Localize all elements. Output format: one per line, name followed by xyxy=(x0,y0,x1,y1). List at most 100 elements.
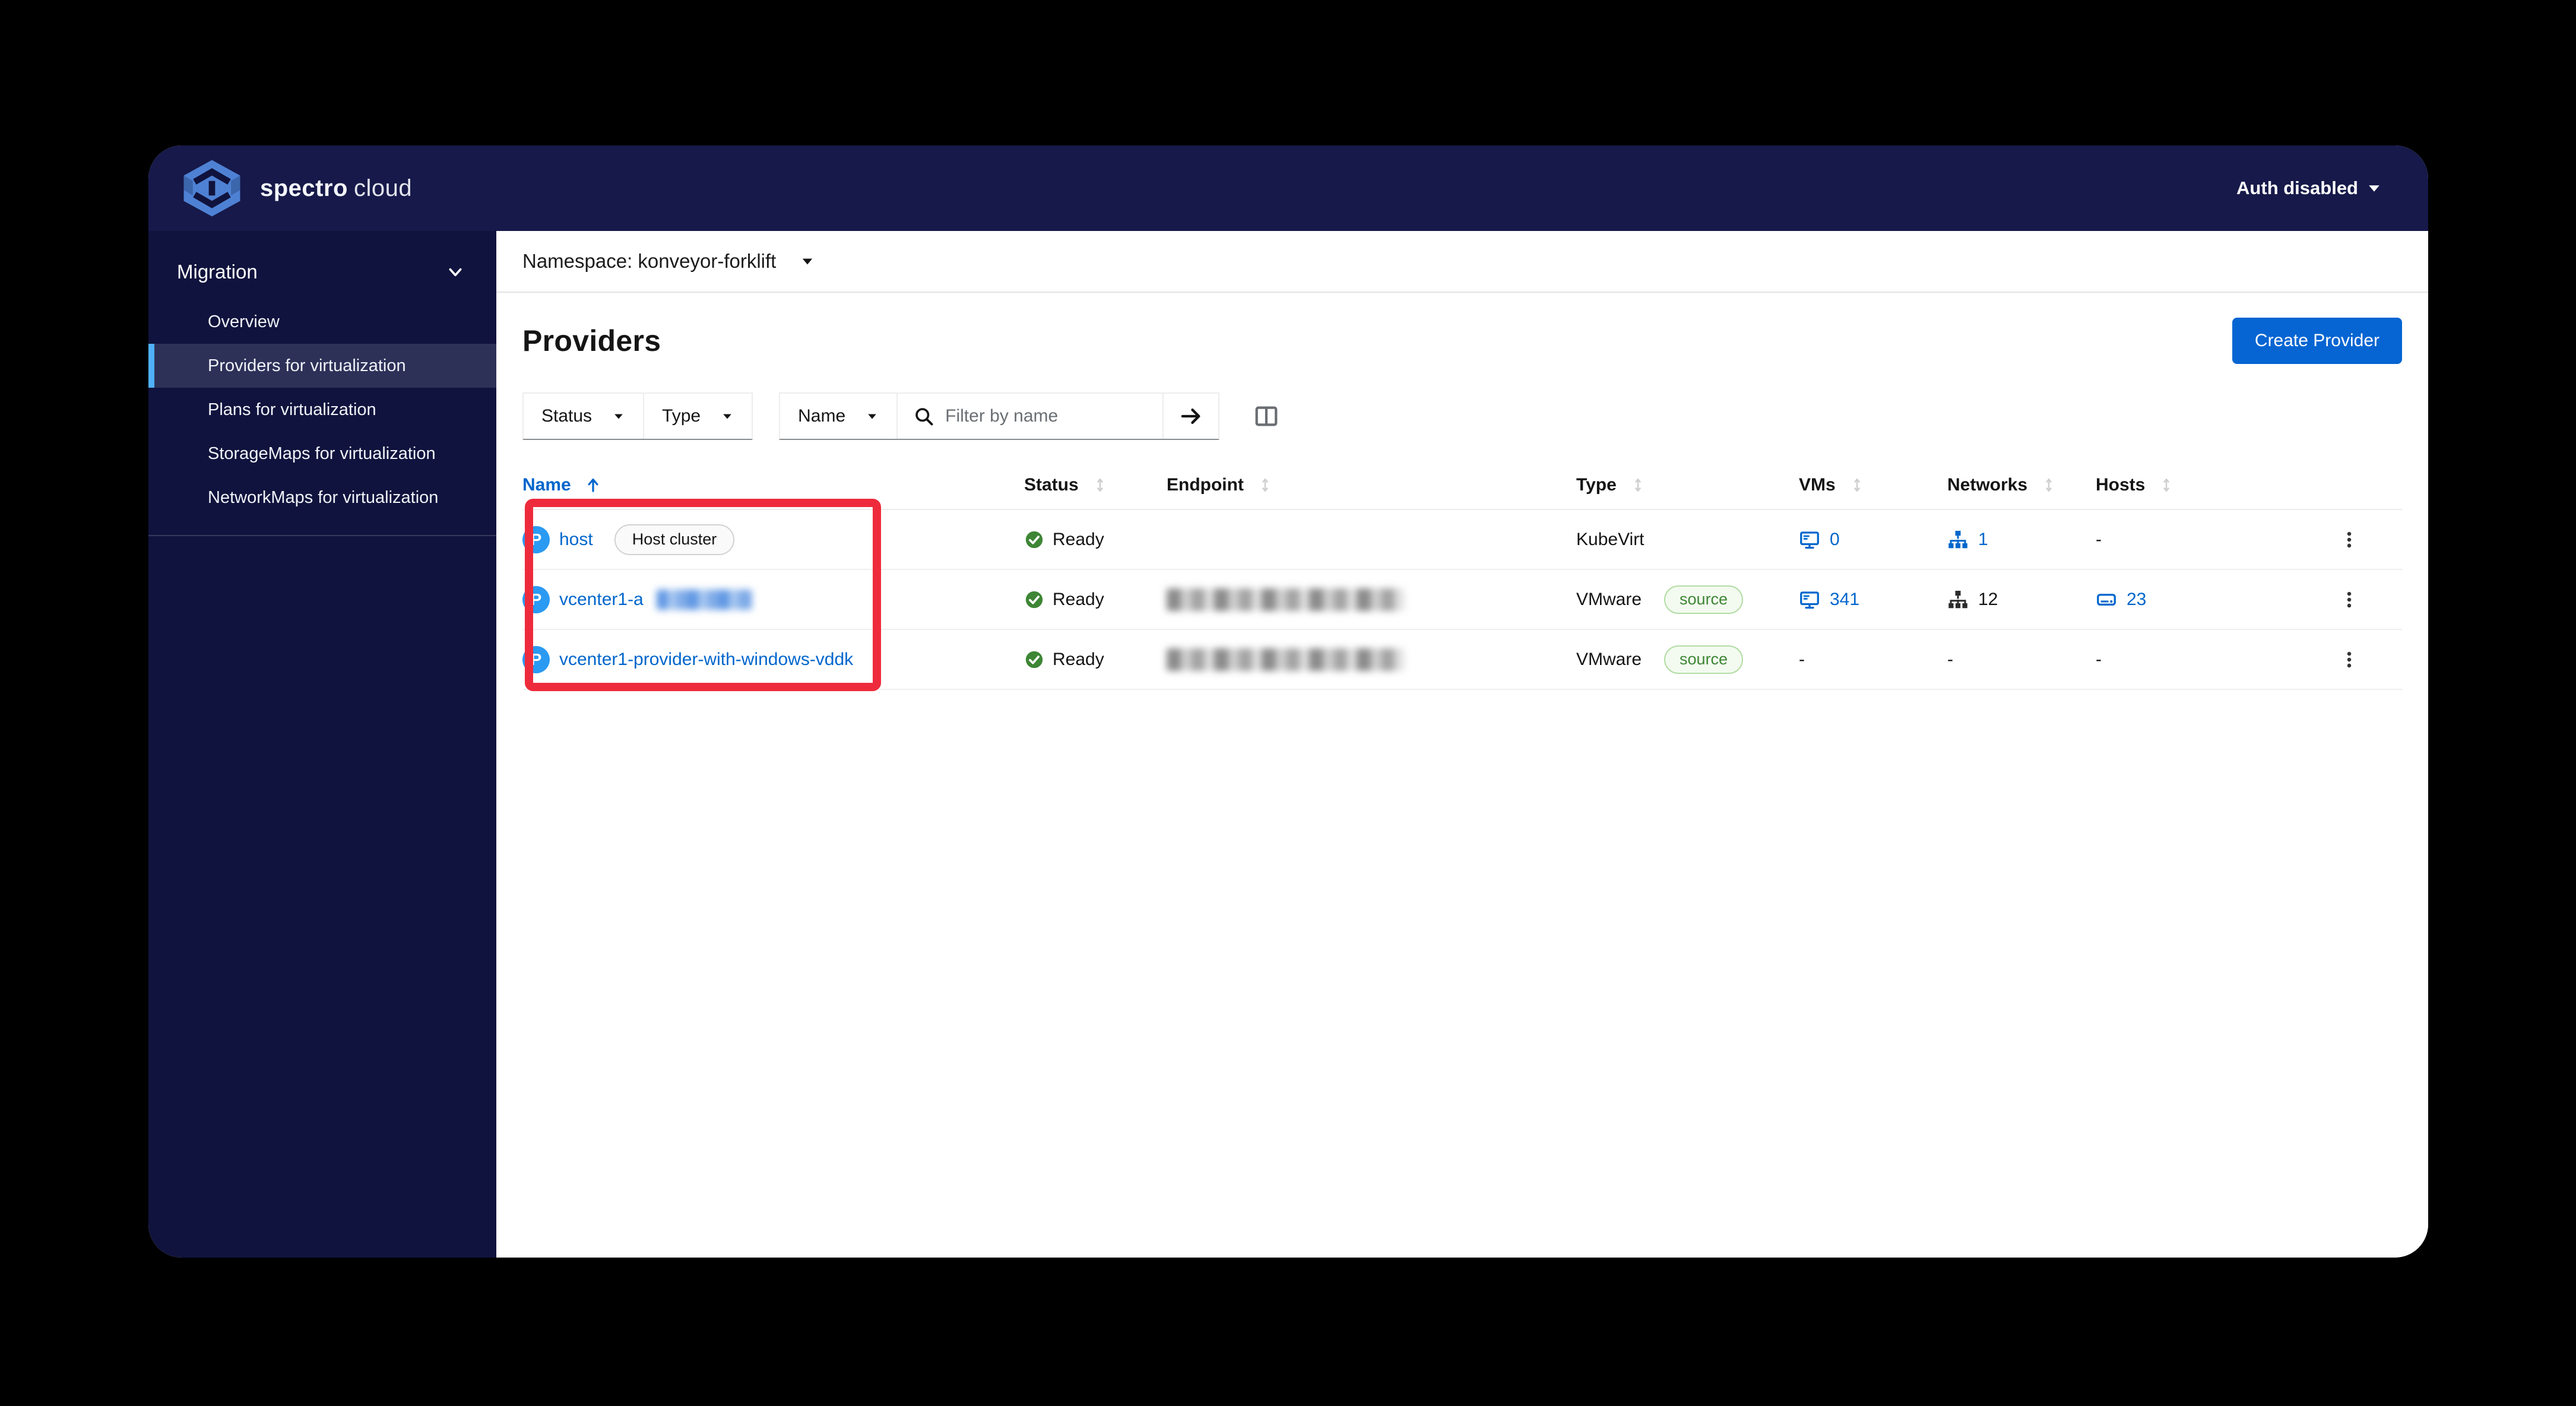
vms-cell: 0 xyxy=(1799,529,1947,550)
filter-by-name-input[interactable] xyxy=(945,406,1148,426)
networks-cell: 12 xyxy=(1947,589,2096,610)
page-header: Providers Create Provider xyxy=(522,318,2402,364)
row-actions-kebab-menu[interactable] xyxy=(2334,585,2364,615)
brand-text: spectro cloud xyxy=(260,175,412,202)
caret-down-icon xyxy=(723,413,731,419)
brand: spectro cloud xyxy=(179,159,412,217)
network-icon xyxy=(1948,590,1967,608)
page-title: Providers xyxy=(522,324,661,357)
column-header-hosts[interactable]: Hosts xyxy=(2096,475,2238,495)
providers-table: Name Status Endpoint Type VMs Networks H… xyxy=(522,461,2402,690)
chevron-down-icon xyxy=(449,268,462,277)
filter-toolbar: Status Type Name xyxy=(522,392,2402,440)
sort-icon[interactable] xyxy=(1257,477,1273,493)
type-text: VMware xyxy=(1576,589,1642,609)
sort-icon[interactable] xyxy=(1849,477,1865,493)
vm-icon xyxy=(1800,531,1819,549)
column-label: Status xyxy=(1024,475,1079,495)
create-provider-button[interactable]: Create Provider xyxy=(2232,318,2402,364)
shell: Migration Overview Providers for virtual… xyxy=(148,231,2428,1258)
type-cell: VMware source xyxy=(1576,585,1799,614)
row-actions-kebab-menu[interactable] xyxy=(2334,525,2364,555)
columns-icon xyxy=(1255,406,1278,426)
name-filter-label: Name xyxy=(798,406,846,426)
brand-name-light: cloud xyxy=(354,175,413,201)
sidebar-item-storagemaps-for-virtualization[interactable]: StorageMaps for virtualization xyxy=(148,432,496,476)
caret-down-icon xyxy=(868,413,876,419)
column-header-vms[interactable]: VMs xyxy=(1799,475,1947,495)
column-header-type[interactable]: Type xyxy=(1576,475,1799,495)
providers-page: Providers Create Provider Status Type Na… xyxy=(496,293,2428,1258)
type-filter-dropdown[interactable]: Type xyxy=(643,394,752,439)
name-cell: P vcenter1-provider-with-windows-vddk xyxy=(522,645,1024,673)
sidebar-item-overview[interactable]: Overview xyxy=(148,300,496,344)
name-cell: P vcenter1-a xyxy=(522,585,1024,613)
column-label: VMs xyxy=(1799,475,1836,495)
sort-icon[interactable] xyxy=(2040,477,2057,493)
status-text: Ready xyxy=(1053,649,1104,669)
hosts-cell: 23 xyxy=(2096,589,2238,610)
app-window: spectro cloud Auth disabled Migration Ove… xyxy=(148,145,2428,1258)
provider-link-host[interactable]: host xyxy=(559,530,593,550)
hosts-value: - xyxy=(2096,649,2102,669)
sidebar-group-migration[interactable]: Migration xyxy=(148,246,496,300)
kebab-icon xyxy=(2347,651,2352,667)
vms-cell: 341 xyxy=(1799,589,1947,610)
apply-filter-button[interactable] xyxy=(1164,394,1219,439)
networks-cell: - xyxy=(1947,650,2096,670)
sort-icon[interactable] xyxy=(2158,477,2175,493)
provider-icon: P xyxy=(522,525,550,553)
column-label: Networks xyxy=(1947,475,2028,495)
status-filter-label: Status xyxy=(541,406,592,426)
status-text: Ready xyxy=(1053,589,1104,609)
vms-value: - xyxy=(1799,649,1805,669)
networks-count-link[interactable]: 1 xyxy=(1978,530,1988,550)
sidebar-item-plans-for-virtualization[interactable]: Plans for virtualization xyxy=(148,388,496,432)
sidebar-item-networkmaps-for-virtualization[interactable]: NetworkMaps for virtualization xyxy=(148,476,496,520)
type-cell: KubeVirt xyxy=(1576,530,1799,550)
row-actions-kebab-menu[interactable] xyxy=(2334,645,2364,674)
type-text: KubeVirt xyxy=(1576,529,1645,549)
status-filter-dropdown[interactable]: Status xyxy=(524,394,643,439)
brand-name-bold: spectro xyxy=(260,175,348,201)
masthead: spectro cloud Auth disabled xyxy=(148,145,2428,231)
status-cell: Ready xyxy=(1024,650,1167,670)
table-header-row: Name Status Endpoint Type VMs Networks H… xyxy=(522,461,2402,510)
sidebar-divider xyxy=(148,535,496,536)
sidebar-group-label: Migration xyxy=(177,261,258,283)
hosts-count-link[interactable]: 23 xyxy=(2127,590,2146,610)
sidebar-item-providers-for-virtualization[interactable]: Providers for virtualization xyxy=(148,344,496,388)
networks-count: 12 xyxy=(1978,589,1998,609)
manage-columns-button[interactable] xyxy=(1253,403,1280,430)
status-type-filter-group: Status Type xyxy=(522,392,753,440)
auth-menu-dropdown[interactable]: Auth disabled xyxy=(2236,178,2381,199)
host-cluster-badge: Host cluster xyxy=(614,524,735,555)
vms-count-link[interactable]: 0 xyxy=(1830,530,1840,550)
type-cell: VMware source xyxy=(1576,645,1799,674)
column-label: Endpoint xyxy=(1167,475,1244,495)
host-icon xyxy=(2097,593,2116,606)
caret-down-icon xyxy=(2369,185,2379,192)
name-cell: P host Host cluster xyxy=(522,524,1024,555)
column-header-endpoint[interactable]: Endpoint xyxy=(1167,475,1576,495)
column-header-name[interactable]: Name xyxy=(522,475,1024,495)
search-box xyxy=(898,394,1162,439)
actions-cell xyxy=(2238,525,2402,555)
column-header-status[interactable]: Status xyxy=(1024,475,1167,495)
vms-count-link[interactable]: 341 xyxy=(1830,590,1859,610)
column-header-networks[interactable]: Networks xyxy=(1947,475,2096,495)
sort-icon[interactable] xyxy=(1630,477,1646,493)
namespace-dropdown-caret-icon[interactable] xyxy=(803,258,813,264)
column-label: Hosts xyxy=(2096,475,2146,495)
provider-link-vcenter1[interactable]: vcenter1-a xyxy=(559,590,644,610)
actions-cell xyxy=(2238,585,2402,615)
vms-cell: - xyxy=(1799,650,1947,670)
sidebar-item-label: StorageMaps for virtualization xyxy=(208,444,436,463)
status-ready-icon xyxy=(1025,591,1043,608)
provider-link-vcenter1-provider-with-windows-vddk[interactable]: vcenter1-provider-with-windows-vddk xyxy=(559,650,853,670)
name-filter-dropdown[interactable]: Name xyxy=(780,394,896,439)
search-icon xyxy=(915,408,933,426)
sort-icon[interactable] xyxy=(1092,477,1108,493)
endpoint-cell xyxy=(1167,648,1576,671)
arrow-right-icon xyxy=(1181,408,1200,424)
